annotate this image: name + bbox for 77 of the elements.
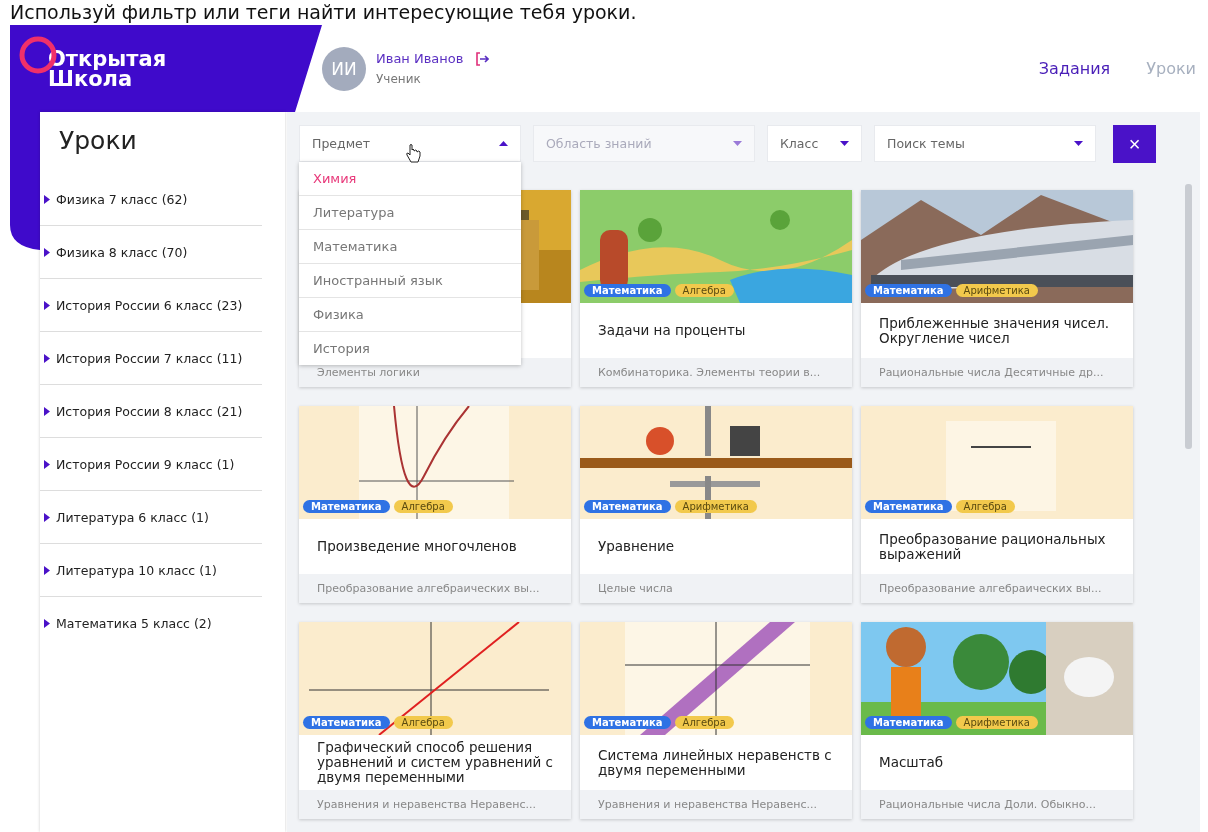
expand-arrow-icon[interactable] — [44, 459, 50, 469]
sidebar-item[interactable]: Физика 8 класс (70) — [56, 244, 188, 260]
caret-icon — [1074, 141, 1083, 146]
subject-tag[interactable]: Математика — [303, 500, 390, 513]
card-title: Задачи на проценты — [598, 323, 746, 338]
expand-arrow-icon[interactable] — [44, 353, 50, 363]
clear-button[interactable]: × — [1113, 125, 1156, 163]
avatar: ИИ — [322, 46, 366, 91]
subject-tag[interactable]: Математика — [584, 716, 671, 729]
filter-dropdown[interactable]: Предмет — [299, 125, 521, 162]
expand-arrow-icon[interactable] — [44, 406, 50, 416]
card-subtitle: Комбинаторика. Элементы теории в... — [598, 366, 821, 379]
sidebar-item[interactable]: Литература 6 класс (1) — [56, 509, 209, 525]
sidebar-item[interactable]: История России 8 класс (21) — [56, 403, 243, 419]
caret-icon — [840, 141, 849, 146]
filter-dropdown[interactable]: Поиск темы — [874, 125, 1096, 162]
dropdown-option[interactable]: История — [299, 332, 521, 365]
user-name[interactable]: Иван Иванов — [376, 51, 464, 66]
card-subtitle: Преобразование алгебраических вы... — [879, 582, 1102, 595]
sidebar-item[interactable]: История России 6 класс (23) — [56, 297, 243, 313]
expand-arrow-icon[interactable] — [44, 565, 50, 575]
sidebar-item[interactable]: История России 7 класс (11) — [56, 350, 243, 366]
sidebar-item[interactable]: История России 9 класс (1) — [56, 456, 235, 472]
scrollbar-thumb[interactable] — [1185, 184, 1192, 449]
expand-arrow-icon[interactable] — [44, 247, 50, 257]
subject-tag[interactable]: Математика — [584, 500, 671, 513]
subject-tag[interactable]: Математика — [865, 716, 952, 729]
logout-icon[interactable] — [475, 51, 490, 66]
sidebar-item[interactable]: Физика 7 класс (62) — [56, 191, 188, 207]
sidebar-item[interactable]: Математика 5 класс (2) — [56, 615, 212, 631]
expand-arrow-icon[interactable] — [44, 300, 50, 310]
card-subtitle: Уравнения и неравенства Неравенс... — [317, 798, 536, 811]
card-title: Произведение многочленов — [317, 539, 517, 554]
subject-tag[interactable]: Математика — [584, 284, 671, 297]
subject-tag[interactable]: Алгебра — [674, 716, 734, 729]
card-title: Уравнение — [598, 539, 675, 554]
card-title: Приблеженные значения чисел. Округление чисел — [879, 315, 1111, 346]
expand-arrow-icon[interactable] — [44, 618, 50, 628]
card-title: Графический способ решения уравнений и систем уравнений с двумя переменными — [317, 740, 553, 785]
subject-tag[interactable]: Алгебра — [393, 716, 453, 729]
subject-tag[interactable]: Математика — [865, 500, 952, 513]
caret-icon — [499, 141, 508, 146]
card-title: Система линейных неравенств с двумя переменными — [598, 747, 833, 778]
card-title: Преобразование рациональных выражений — [879, 531, 1107, 562]
lesson-card[interactable]: Математика Арифметика Приблеженные значения чисел. Округление чисел Рациональные числа Десятичные др... — [861, 190, 1133, 387]
card-title: Масштаб — [879, 755, 944, 770]
expand-arrow-icon[interactable] — [44, 512, 50, 522]
subject-tag[interactable]: Алгебра — [674, 284, 734, 297]
filter-dropdown[interactable]: Класс — [767, 125, 862, 162]
card-subtitle: Элементы логики — [317, 366, 420, 379]
hint-text: Используй фильтр или теги найти интересующие тебя уроки. — [9, 0, 638, 25]
card-subtitle: Целые числа — [598, 582, 673, 595]
user-role: Ученик — [376, 72, 422, 86]
dropdown-option[interactable]: Химия — [299, 162, 521, 196]
subject-tag[interactable]: Арифметика — [955, 716, 1038, 729]
lesson-card[interactable]: Математика Алгебра Система линейных неравенств с двумя переменными Уравнения и неравенства Неравенс... — [580, 622, 852, 819]
lesson-card[interactable]: Математика Арифметика Масштаб Рациональные числа Доли. Обыкно... — [861, 622, 1133, 819]
card-subtitle: Преобразование алгебраических вы... — [317, 582, 540, 595]
subject-tag[interactable]: Арифметика — [955, 284, 1038, 297]
nav-link[interactable]: Задания — [1038, 59, 1111, 78]
lesson-card[interactable]: Математика Алгебра Произведение многочленов Преобразование алгебраических вы... — [299, 406, 571, 603]
lesson-card[interactable]: Математика Арифметика Уравнение Целые числа — [580, 406, 852, 603]
card-subtitle: Рациональные числа Доли. Обыкно... — [879, 798, 1096, 811]
subject-tag[interactable]: Алгебра — [955, 500, 1015, 513]
lesson-card[interactable]: Математика Алгебра Преобразование рациональных выражений Преобразование алгебраических вы... — [861, 406, 1133, 603]
expand-arrow-icon[interactable] — [44, 194, 50, 204]
subject-tag[interactable]: Математика — [303, 716, 390, 729]
sidebar-item[interactable]: Литература 10 класс (1) — [56, 562, 217, 578]
lesson-card[interactable]: Математика Алгебра Задачи на проценты Комбинаторика. Элементы теории в... — [580, 190, 852, 387]
card-subtitle: Рациональные числа Десятичные др... — [879, 366, 1104, 379]
sidebar-title: Уроки — [58, 125, 138, 157]
card-subtitle: Уравнения и неравенства Неравенс... — [598, 798, 817, 811]
caret-icon — [733, 141, 742, 146]
subject-tag[interactable]: Математика — [865, 284, 952, 297]
lesson-card[interactable]: Математика Алгебра Графический способ решения уравнений и систем уравнений с двумя переменными Уравнения и неравенства Неравенс... — [299, 622, 571, 819]
subject-tag[interactable]: Алгебра — [393, 500, 453, 513]
subject-tag[interactable]: Арифметика — [674, 500, 757, 513]
